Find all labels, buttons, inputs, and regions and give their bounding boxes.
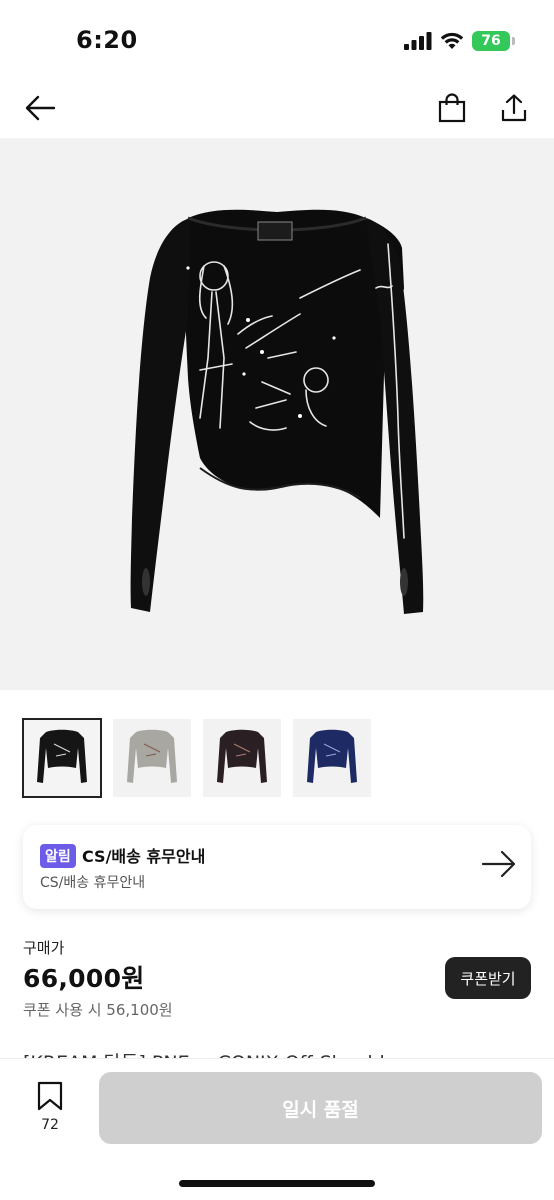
thumbnail-brown[interactable] [203, 719, 281, 797]
thumbnail-image [37, 729, 87, 783]
battery-indicator: 76 [472, 31, 515, 51]
bookmark-count: 72 [41, 1117, 59, 1133]
wifi-icon [440, 32, 464, 49]
product-photo [130, 209, 424, 614]
thumbnail-grey[interactable] [113, 719, 191, 797]
get-coupon-button[interactable]: 쿠폰받기 [445, 957, 531, 999]
home-indicator [179, 1180, 375, 1187]
thumbnail-black[interactable] [22, 718, 102, 798]
status-icons: 76 [404, 31, 515, 51]
price-value: 66,000원 [23, 964, 145, 993]
bottom-action-bar: 72 일시 품절 [0, 1058, 554, 1200]
sold-out-button[interactable]: 일시 품절 [99, 1072, 542, 1144]
nav-bar [0, 78, 554, 136]
bookmark-button[interactable]: 72 [28, 1081, 72, 1133]
shopping-bag-icon [438, 93, 466, 123]
coupon-price: 쿠폰 사용 시 56,100원 [23, 1001, 173, 1019]
arrow-right-icon [481, 850, 516, 878]
bookmark-icon [37, 1081, 63, 1111]
battery-level: 76 [481, 33, 501, 49]
share-button[interactable] [494, 88, 534, 128]
thumbnail-navy[interactable] [293, 719, 371, 797]
back-button[interactable] [20, 88, 60, 128]
thumbnail-list [22, 718, 371, 798]
thumbnail-image [127, 729, 177, 783]
price-label: 구매가 [23, 939, 65, 957]
status-bar: 6:20 76 [0, 0, 554, 78]
signal-icon [404, 32, 432, 50]
notice-subtitle: CS/배송 휴무안내 [40, 875, 146, 891]
thumbnail-image [307, 729, 357, 783]
status-time: 6:20 [76, 26, 138, 54]
cart-button[interactable] [432, 88, 472, 128]
arrow-left-icon [25, 95, 56, 121]
product-image[interactable] [0, 138, 554, 690]
notice-card[interactable]: 알림 CS/배송 휴무안내 CS/배송 휴무안내 [23, 825, 531, 909]
share-icon [501, 94, 527, 122]
thumbnail-image [217, 729, 267, 783]
notice-badge: 알림 [40, 844, 76, 868]
notice-title: CS/배송 휴무안내 [82, 847, 206, 866]
